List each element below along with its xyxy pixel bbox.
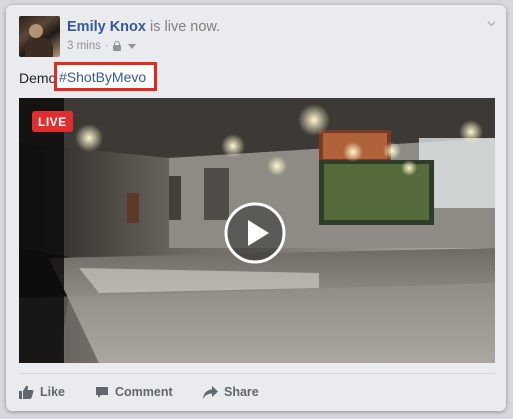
avatar[interactable] — [19, 16, 60, 57]
post-header: Emily Knox is live now. — [67, 19, 220, 35]
caret-down-icon[interactable] — [127, 43, 136, 49]
post-meta: 3 mins · — [67, 40, 136, 52]
live-status-text: is live now. — [145, 19, 221, 35]
action-bar: Like Comment Share — [19, 381, 259, 403]
share-button[interactable]: Share — [203, 381, 259, 403]
post-card: Emily Knox is live now. 3 mins · Demo #S… — [6, 5, 506, 411]
share-arrow-icon — [203, 385, 218, 399]
author-name[interactable]: Emily Knox — [67, 19, 146, 35]
actions-divider — [19, 373, 495, 374]
live-video[interactable]: LIVE — [19, 98, 495, 363]
comment-icon — [96, 386, 108, 398]
timestamp[interactable]: 3 mins — [67, 40, 101, 52]
chevron-down-icon[interactable] — [487, 19, 496, 28]
share-label: Share — [224, 385, 259, 399]
like-label: Like — [40, 385, 66, 399]
thumbs-up-icon — [19, 385, 34, 399]
post-text-prefix: Demo — [19, 70, 57, 86]
play-icon[interactable] — [224, 202, 286, 264]
meta-separator: · — [104, 40, 109, 52]
comment-button[interactable]: Comment — [95, 381, 203, 403]
live-badge: LIVE — [32, 111, 73, 132]
post-text: Demo — [19, 70, 56, 86]
like-button[interactable]: Like — [19, 381, 95, 403]
window-frame: Emily Knox is live now. 3 mins · Demo #S… — [6, 5, 506, 411]
hashtag-link[interactable]: #ShotByMevo — [59, 69, 146, 85]
lock-icon — [112, 40, 121, 51]
comment-label: Comment — [115, 385, 173, 399]
